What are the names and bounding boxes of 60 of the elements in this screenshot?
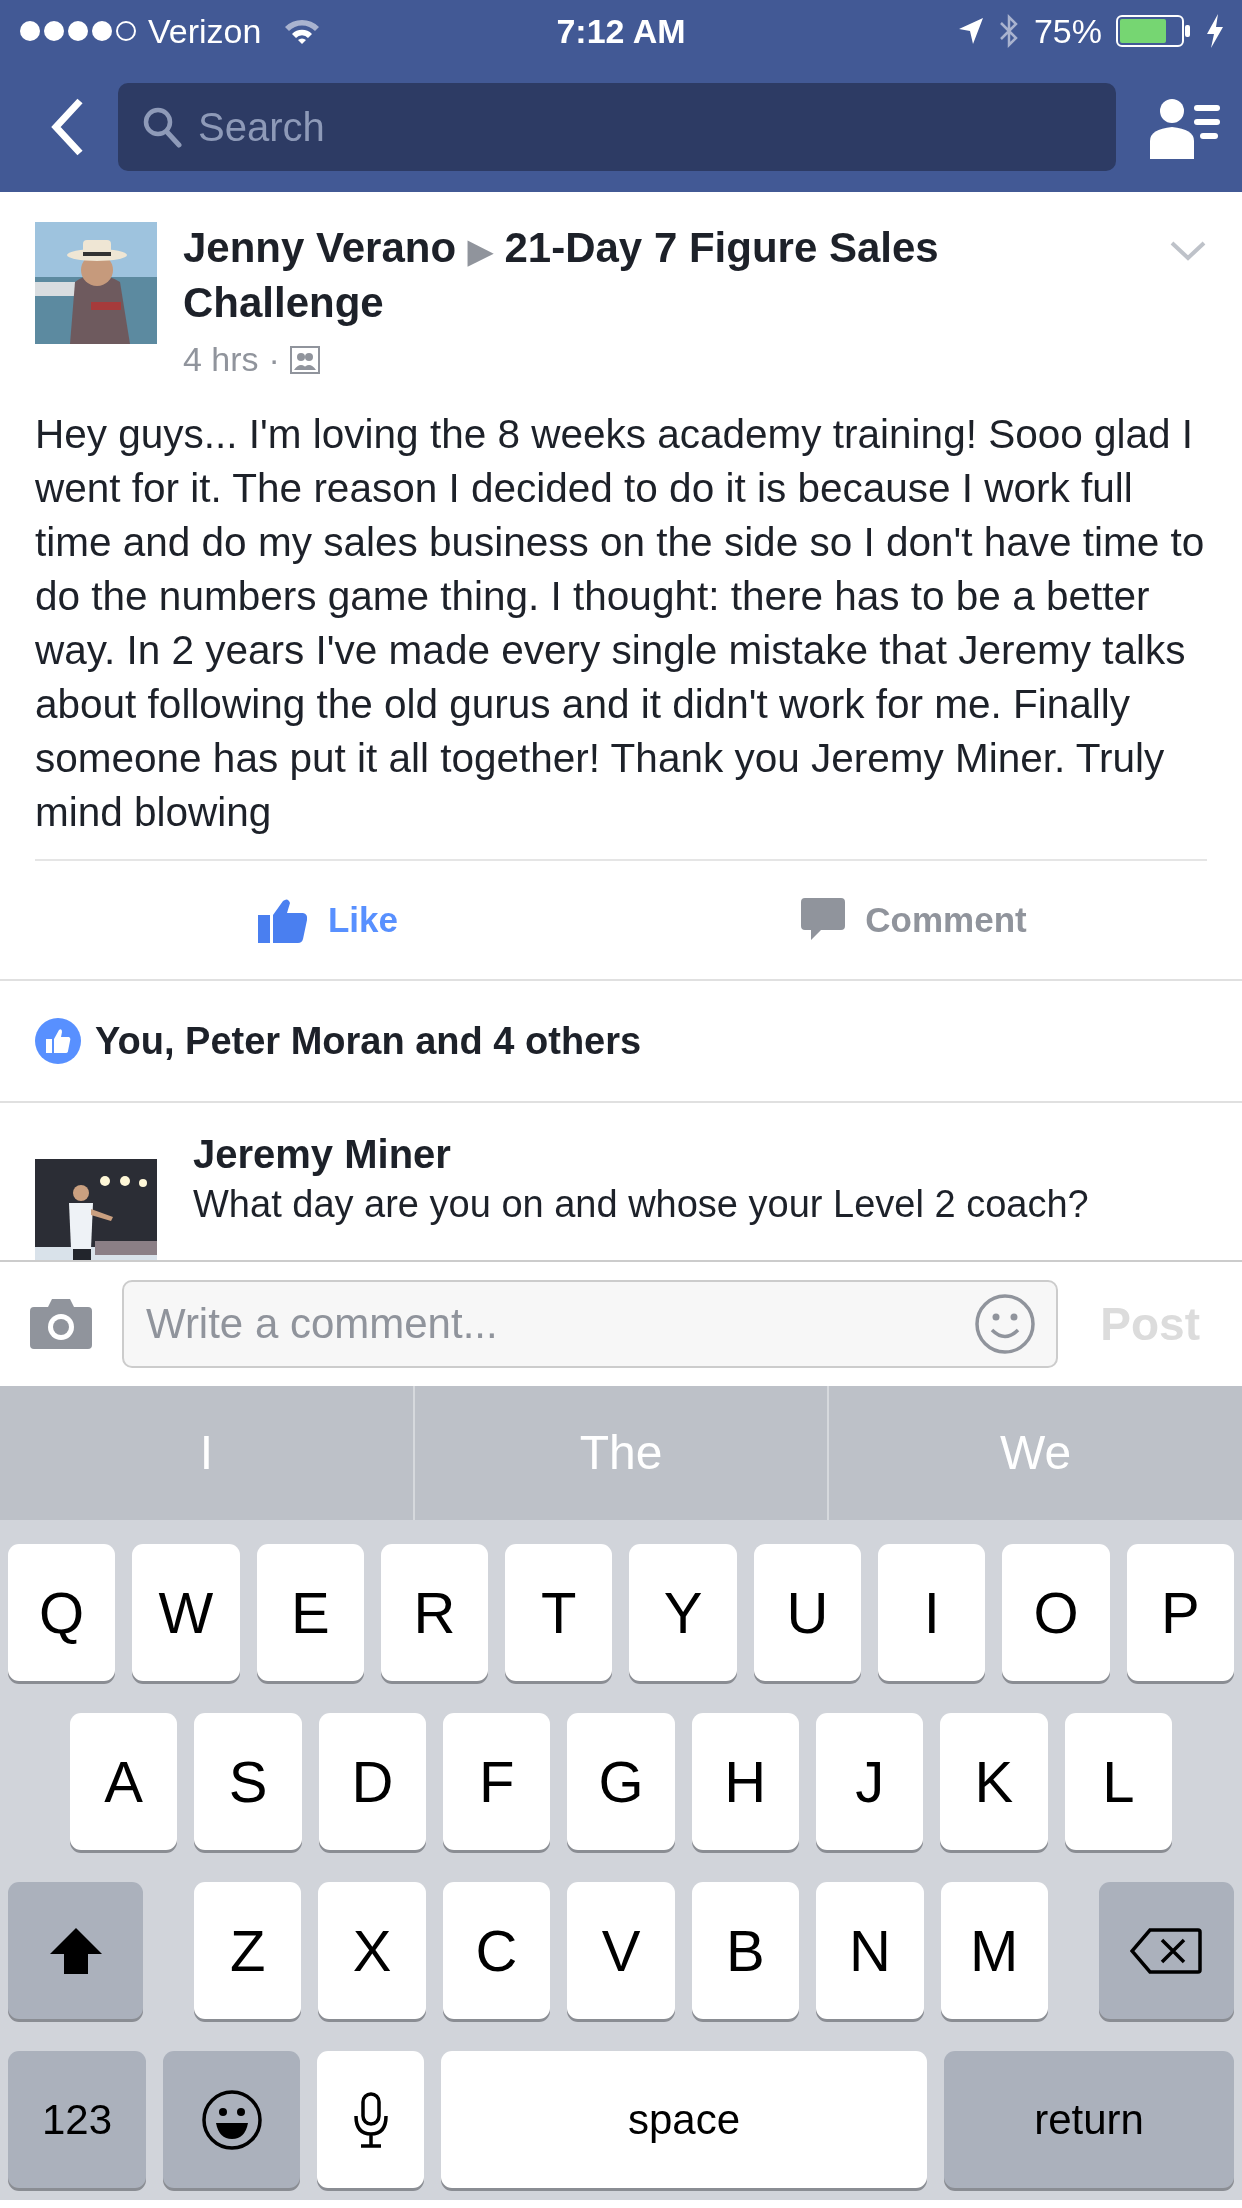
smiley-icon[interactable] (974, 1293, 1037, 1355)
comment-text: What day are you on and whose your Level 2 coach? (193, 1182, 1089, 1227)
backspace-key[interactable] (1098, 1882, 1234, 2019)
wifi-icon (283, 17, 322, 45)
key[interactable]: C (442, 1882, 551, 2019)
key[interactable]: I (878, 1544, 986, 1681)
commenter-name[interactable]: Jeremy Miner (193, 1131, 1089, 1177)
bluetooth-icon (997, 13, 1020, 49)
key[interactable]: Z (194, 1882, 302, 2019)
charging-icon (1206, 14, 1224, 48)
search-icon (142, 106, 182, 148)
emoji-key[interactable] (163, 2051, 300, 2188)
key[interactable]: J (815, 1713, 924, 1850)
space-key[interactable]: space (441, 2051, 927, 2188)
camera-icon[interactable] (30, 1299, 92, 1349)
key[interactable]: E (256, 1544, 364, 1681)
back-icon[interactable] (50, 97, 84, 157)
microphone-key[interactable] (317, 2051, 424, 2188)
key[interactable]: O (1002, 1544, 1110, 1681)
location-arrow-icon (957, 17, 984, 45)
comment-box[interactable]: Write a comment... (122, 1280, 1059, 1368)
key[interactable]: X (318, 1882, 426, 2019)
microphone-icon (352, 2091, 389, 2148)
battery-percent: 75% (1033, 10, 1102, 52)
like-badge-icon (35, 1018, 81, 1064)
carrier-name: Verizon (148, 10, 262, 52)
clock: 7:12 AM (556, 10, 686, 52)
key[interactable]: A (70, 1713, 178, 1850)
key[interactable]: W (132, 1544, 240, 1681)
key[interactable]: L (1064, 1713, 1172, 1850)
key[interactable]: F (443, 1713, 551, 1850)
emoji-icon (200, 2088, 263, 2151)
key[interactable]: T (505, 1544, 613, 1681)
key[interactable]: M (940, 1882, 1048, 2019)
return-key[interactable]: return (944, 2051, 1234, 2188)
battery-icon (1116, 15, 1192, 47)
post-text: Hey guys... I'm loving the 8 weeks academy training! Sooo glad I went for it. The reason I decided to do it is because I work full time and do my sales business on the side so I don't have time to do the numbers game thing. I thought: there has to be a better way. In 2 years I've made every single mistake that Jeremy talks about following the old gurus and it didn't work for me. Finally someone has put it all together! Thank you Jeremy Miner. Truly mind blowing (34, 410, 1206, 837)
key[interactable]: K (940, 1713, 1048, 1850)
post-title[interactable]: Jenny Verano ▶ 21-Day 7 Figure Sales Challenge (183, 222, 1143, 328)
key[interactable]: V (567, 1882, 675, 2019)
key[interactable]: Q (8, 1544, 116, 1681)
comment-field[interactable]: Write a comment... (144, 1282, 975, 1366)
key[interactable]: R (380, 1544, 489, 1681)
key[interactable]: G (567, 1713, 675, 1850)
group-icon (289, 345, 320, 374)
key[interactable]: U (753, 1544, 862, 1681)
key[interactable]: D (318, 1713, 426, 1850)
shift-key[interactable] (8, 1882, 143, 2019)
speech-bubble-icon (801, 898, 846, 942)
thumbs-up-icon (257, 897, 308, 943)
key[interactable]: S (194, 1713, 302, 1850)
backspace-icon (1130, 1927, 1203, 1974)
key[interactable]: P (1126, 1544, 1234, 1681)
separator-dot: · (268, 339, 280, 380)
key[interactable]: B (691, 1882, 800, 2019)
numbers-key[interactable]: 123 (8, 2051, 146, 2188)
key[interactable]: H (691, 1713, 799, 1850)
key[interactable]: Y (629, 1544, 737, 1681)
likes-summary[interactable]: You, Peter Moran and 4 others (95, 1012, 642, 1070)
key[interactable]: N (816, 1882, 924, 2019)
